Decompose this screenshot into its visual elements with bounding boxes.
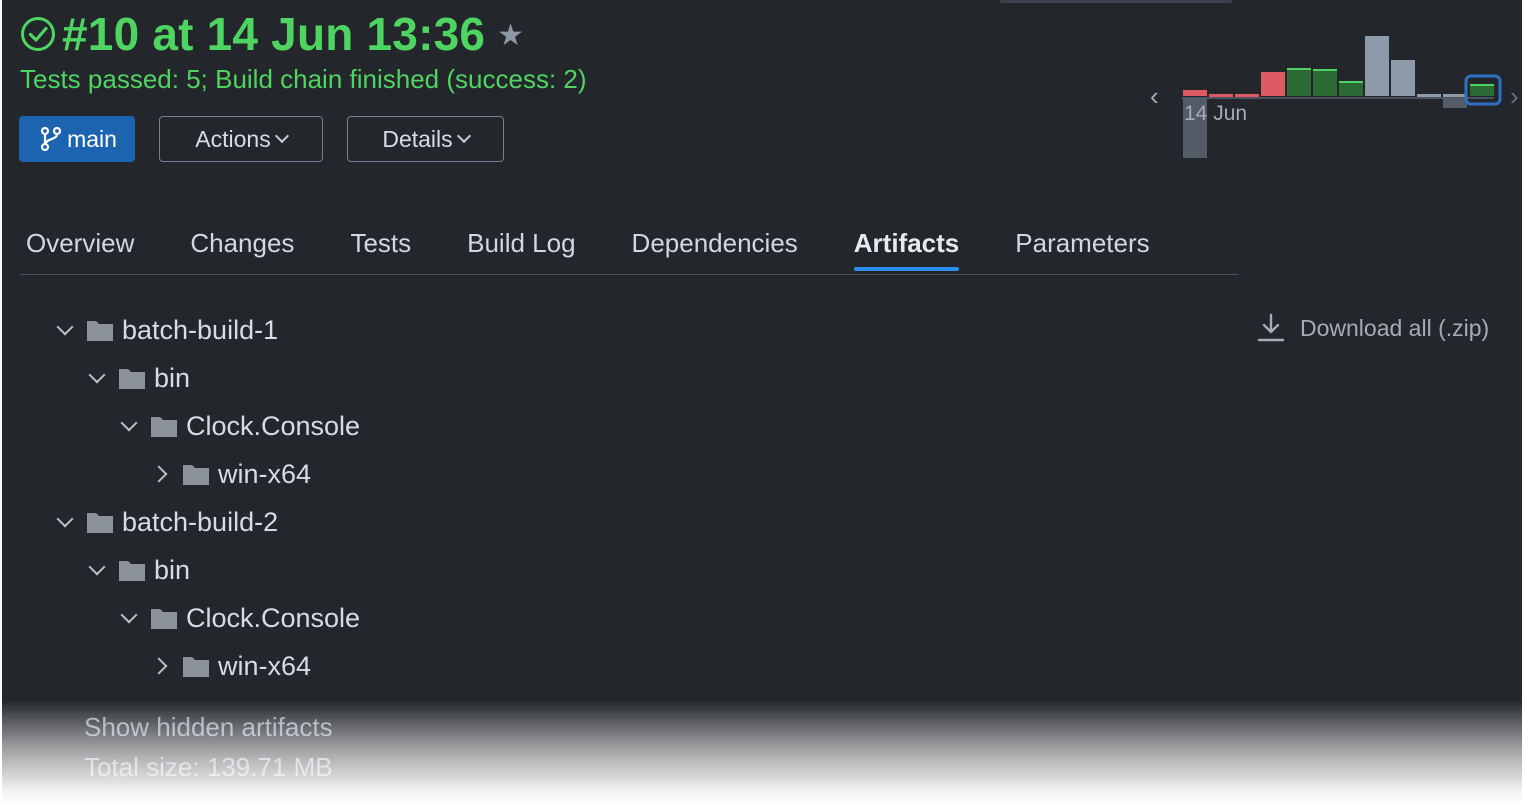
folder-icon: [183, 465, 209, 485]
build-title-row: #10 at 14 Jun 13:36 ★: [20, 8, 524, 60]
tree-item-label: win-x64: [218, 458, 312, 489]
tree-item-clock-console[interactable]: Clock.Console: [118, 594, 360, 642]
folder-icon: [151, 417, 177, 437]
build-status-text[interactable]: Tests passed: 5; Build chain finished (s…: [20, 64, 587, 95]
tree-item-batch-build-1[interactable]: batch-build-1: [54, 306, 278, 354]
bar-neutral-2: [1391, 60, 1415, 96]
download-all-label: Download all (.zip): [1300, 314, 1490, 341]
tab-artifacts[interactable]: Artifacts: [853, 222, 960, 271]
tab-build-log[interactable]: Build Log: [467, 222, 575, 268]
build-history-chart: ‹ 14 Jun ›: [1142, 28, 1522, 168]
tree-item-label: win-x64: [218, 650, 312, 681]
chevron-down-icon: [274, 128, 289, 144]
tree-item-batch-build-2[interactable]: batch-build-2: [54, 498, 278, 546]
top-scroll-hint: [1000, 0, 1232, 3]
tab-dependencies[interactable]: Dependencies: [632, 222, 798, 268]
tree-item-label: Clock.Console: [186, 602, 361, 633]
folder-icon: [183, 657, 209, 677]
tab-parameters[interactable]: Parameters: [1015, 222, 1149, 268]
folder-icon: [119, 369, 145, 389]
download-all-button[interactable]: Download all (.zip): [1256, 312, 1489, 344]
bar-failed-2: [1209, 94, 1233, 97]
actions-label: Actions: [195, 125, 271, 152]
build-title: #10 at 14 Jun 13:36: [62, 8, 486, 60]
tree-item-label: batch-build-2: [122, 506, 279, 537]
bar-passed-3: [1339, 81, 1363, 96]
tab-overview[interactable]: Overview: [26, 222, 134, 268]
tree-item-win-x64[interactable]: win-x64: [150, 450, 311, 498]
bar-passed-1: [1287, 68, 1311, 96]
tab-changes[interactable]: Changes: [190, 222, 294, 268]
chevron-down-icon[interactable]: [86, 366, 108, 389]
branch-button[interactable]: main: [19, 116, 135, 162]
build-page: #10 at 14 Jun 13:36 ★ Tests passed: 5; B…: [2, 0, 1522, 804]
show-hidden-artifacts-link[interactable]: Show hidden artifacts: [84, 712, 333, 743]
branch-label: main: [67, 125, 117, 152]
total-size-text: Total size: 139.71 MB: [84, 752, 333, 782]
actions-button[interactable]: Actions: [159, 116, 323, 162]
chevron-down-icon[interactable]: [118, 606, 140, 629]
details-button[interactable]: Details: [347, 116, 504, 162]
bar-failed-3: [1235, 94, 1259, 97]
chart-date-label: 14 Jun: [1184, 102, 1248, 125]
bar-below-2: [1443, 98, 1467, 108]
tree-item-label: Clock.Console: [186, 410, 361, 441]
tree-item-label: batch-build-1: [122, 314, 279, 345]
folder-icon: [151, 609, 177, 629]
bar-passed-2: [1313, 69, 1337, 96]
chevron-down-icon: [456, 128, 471, 144]
header-buttons: main Actions Details: [19, 116, 504, 162]
folder-icon: [87, 513, 113, 533]
tab-tests[interactable]: Tests: [350, 222, 411, 268]
chevron-right-icon[interactable]: ›: [1510, 82, 1522, 110]
chevron-down-icon[interactable]: [118, 414, 140, 437]
chevron-down-icon[interactable]: [86, 558, 108, 581]
details-label: Details: [382, 125, 453, 152]
tree-item-bin[interactable]: bin: [86, 546, 190, 594]
tab-bar: Overview Changes Tests Build Log Depende…: [20, 222, 1238, 275]
bar-neutral-3: [1417, 94, 1441, 97]
bar-neutral-4: [1443, 94, 1467, 97]
chevron-down-icon[interactable]: [54, 510, 76, 533]
tree-item-bin[interactable]: bin: [86, 354, 190, 402]
chevron-down-icon[interactable]: [54, 318, 76, 341]
tree-item-label: bin: [154, 362, 191, 393]
folder-icon: [87, 321, 113, 341]
bar-failed-1: [1183, 90, 1207, 96]
build-history-bars: [1182, 36, 1502, 158]
chevron-right-icon[interactable]: [150, 655, 172, 677]
folder-icon: [119, 561, 145, 581]
bar-failed-4: [1261, 72, 1285, 96]
star-icon[interactable]: ★: [497, 18, 524, 53]
git-branch-icon: [40, 126, 62, 152]
check-circle-icon: [21, 17, 55, 51]
chevron-right-icon[interactable]: [150, 463, 172, 485]
download-icon: [1257, 313, 1285, 342]
tree-item-win-x64[interactable]: win-x64: [150, 642, 311, 690]
bar-neutral-1: [1365, 36, 1389, 96]
tree-item-label: bin: [154, 554, 191, 585]
tree-item-clock-console[interactable]: Clock.Console: [118, 402, 360, 450]
